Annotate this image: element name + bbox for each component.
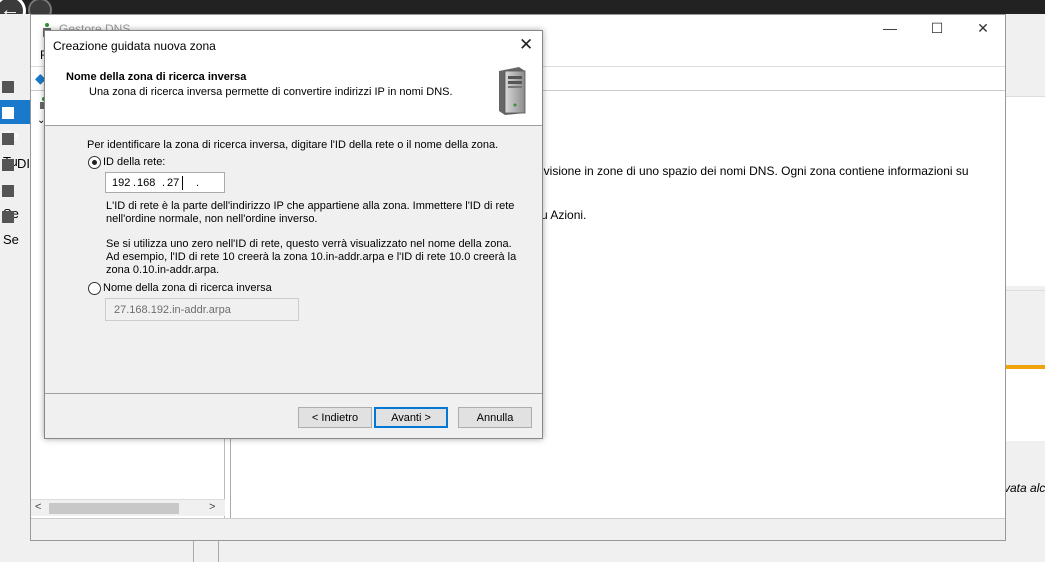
minimize-icon[interactable]: — [883,21,897,35]
file-services-icon [2,184,14,197]
ip-dot: . [196,177,200,189]
ip-octet-2[interactable]: 168 [137,177,155,189]
server-manager-left-nav: Da Se Tu DI Se Se [0,14,30,562]
zero-network-id-help-text: Se si utilizza uno zero nell'ID di rete,… [106,238,517,276]
scroll-left-icon[interactable]: < [35,501,41,513]
close-icon[interactable]: ✕ [976,21,990,35]
ip-octet-1[interactable]: 192 [112,177,130,189]
nav-item-file-services[interactable]: Se [0,178,30,221]
nav-item-all-servers[interactable]: Tu [0,126,30,169]
wizard-title: Creazione guidata nuova zona [53,39,216,53]
network-id-radio[interactable] [88,156,101,169]
text-caret [182,176,183,190]
wizard-heading: Nome della zona di ricerca inversa [66,71,247,83]
nav-item-storage[interactable]: Se [0,204,30,247]
network-id-label[interactable]: ID della rete: [103,156,165,168]
ip-dot: . [162,177,166,189]
bottom-divider [193,541,219,562]
close-icon[interactable]: ✕ [519,36,533,53]
ip-octet-3[interactable]: 27 [167,177,179,189]
servers-icon [2,132,14,145]
scroll-right-icon[interactable]: > [209,501,215,513]
right-panel-section [1006,96,1045,286]
storage-icon [2,210,14,223]
tree-horizontal-scrollbar[interactable]: < > [31,499,225,516]
wizard-subheading: Una zona di ricerca inversa permette di … [89,86,453,98]
server-manager-title-strip [0,0,1045,14]
server-icon [2,106,14,119]
network-id-help-text: L'ID di rete è la parte dell'indirizzo I… [106,200,515,225]
wizard-intro-text: Per identificare la zona di ricerca inve… [87,139,499,151]
network-id-ip-field[interactable]: 192 . 168 . 27 . [105,172,225,193]
dashboard-icon [2,80,14,93]
dns-statusbar [31,518,1005,540]
maximize-icon[interactable]: ☐ [930,21,944,35]
next-button[interactable]: Avanti > [374,407,448,428]
nav-item-dns[interactable]: DI [0,152,30,176]
zone-name-radio[interactable] [88,282,101,295]
new-zone-wizard-dialog: Creazione guidata nuova zona ✕ Nome dell… [44,30,543,439]
wizard-footer: < Indietro Avanti > Annulla [45,393,542,438]
ip-dot: . [133,177,137,189]
zone-name-field: 27.168.192.in-addr.arpa [105,298,299,321]
server-tower-icon [499,67,526,115]
zone-name-label[interactable]: Nome della zona di ricerca inversa [103,282,272,294]
wizard-header: Nome della zona di ricerca inversa Una z… [45,60,542,126]
back-button[interactable]: < Indietro [298,407,372,428]
nav-item-local-server[interactable]: Se [0,100,30,143]
dns-icon [2,158,14,171]
content-actions-hint: u Azioni. [541,208,587,222]
nav-item-dashboard[interactable]: Da [0,74,30,117]
scroll-thumb[interactable] [49,503,179,514]
content-description: ivisione in zone di uno spazio dei nomi … [541,164,969,178]
wizard-titlebar: Creazione guidata nuova zona ✕ [45,31,542,60]
right-panel-tile-body [1006,369,1045,441]
right-panel-text: vata alcu [1004,481,1045,495]
cancel-button[interactable]: Annulla [458,407,532,428]
wizard-body: Per identificare la zona di ricerca inve… [45,126,542,391]
